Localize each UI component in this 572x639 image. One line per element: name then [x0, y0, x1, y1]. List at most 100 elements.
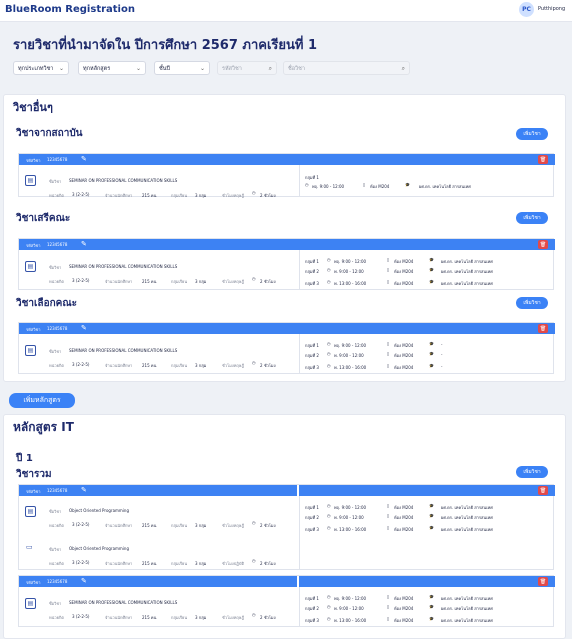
teacher-icon: 🎓: [429, 525, 434, 530]
group-time: พ. 13:00 - 16:00: [334, 281, 367, 286]
section-year1: ปี 1: [16, 453, 33, 464]
group-room: ห้อง M204: [394, 606, 414, 611]
user-name[interactable]: Putthipong: [538, 6, 565, 12]
book-icon: ▤: [25, 261, 36, 272]
code-label: รหัสวิชา: [26, 489, 41, 494]
groups-label: กลุ่มเรียน: [171, 193, 188, 198]
course-name: Object Oriented Programming: [69, 546, 129, 551]
card-divider: [299, 165, 300, 197]
trash-icon[interactable]: 🗑: [538, 240, 548, 249]
add-course-button[interactable]: เพิ่มวิชา: [516, 212, 548, 224]
groups-label: กลุ่มเรียน: [171, 523, 188, 528]
group-room: ห้อง M204: [394, 515, 414, 520]
clock-icon: ◷: [327, 604, 331, 609]
trash-icon[interactable]: 🗑: [538, 577, 548, 586]
credits-label: หน่วยกิต: [49, 193, 64, 198]
edit-icon[interactable]: ✎: [81, 486, 87, 494]
course-card: รหัสวิชา 12345678 ✎ 🗑 ▤ ชื่อวิชา SEMINAR…: [18, 238, 555, 290]
clock-icon: ◷: [252, 190, 256, 195]
course-name: Object Oriented Programming: [69, 508, 129, 513]
group-room: ห้อง M204: [394, 527, 414, 532]
group-teacher: ผศ.ดร. เทคโนโลยี สารสนเทศ: [441, 269, 493, 274]
add-curriculum-button[interactable]: เพิ่มหลักสูตร: [9, 393, 75, 408]
trash-icon[interactable]: 🗑: [538, 486, 548, 495]
credits-label: หน่วยกิต: [49, 523, 64, 528]
edit-icon[interactable]: ✎: [81, 324, 87, 332]
curriculum-filter[interactable]: ทุกหลักสูตร ⌄: [78, 61, 146, 75]
group-label: กลุ่มที่ 2: [305, 353, 319, 358]
course-name-label: ชื่อวิชา: [49, 509, 62, 514]
groups-value: 3 กลุ่ม: [195, 363, 207, 368]
clock-icon: ◷: [327, 503, 331, 508]
monitor-icon: ▭: [26, 543, 33, 551]
curriculum-filter-value: ทุกหลักสูตร: [83, 66, 111, 72]
book-icon: ▤: [25, 175, 36, 186]
teacher-icon: 🎓: [429, 341, 434, 346]
teacher-icon: 🎓: [429, 616, 434, 621]
credits-value: 3 (2-2-5): [72, 278, 90, 283]
hours-value: 2 ชั่วโมง: [260, 523, 276, 528]
clock-icon: ◷: [252, 612, 256, 617]
section-institute: วิชาจากสถาบัน: [16, 128, 83, 139]
trash-icon[interactable]: 🗑: [538, 324, 548, 333]
avatar[interactable]: PC: [519, 2, 534, 17]
group-label: กลุ่มที่ 3: [305, 281, 319, 286]
credits-label: หน่วยกิต: [49, 615, 64, 620]
hours-label: ชั่วโมงทฤษฎี: [222, 279, 245, 284]
course-code: 12345678: [47, 242, 68, 247]
course-card-bar: รหัสวิชา 12345678 ✎: [19, 576, 297, 587]
code-search-input[interactable]: รหัสวิชา ⌕: [217, 61, 277, 75]
code-label: รหัสวิชา: [26, 243, 41, 248]
teacher-icon: 🎓: [429, 604, 434, 609]
section-faculty-elective: วิชาเลือกคณะ: [16, 298, 77, 309]
edit-icon[interactable]: ✎: [81, 155, 87, 163]
group-label: กลุ่มที่ 1: [305, 596, 319, 601]
group-time: พ. 9:00 - 12:00: [334, 353, 364, 358]
group-teacher: ผศ.ดร. เทคโนโลยี สารสนเทศ: [441, 596, 493, 601]
add-course-button[interactable]: เพิ่มวิชา: [516, 297, 548, 309]
hours-label: ชั่วโมงทฤษฎี: [222, 193, 245, 198]
group-room: ห้อง M204: [394, 505, 414, 510]
clock-icon: ◷: [327, 267, 331, 272]
group-time: พฤ. 9:00 - 12:00: [312, 184, 345, 189]
door-icon: ▯: [387, 503, 390, 508]
group-teacher: ผศ.ดร. เทคโนโลยี สารสนเทศ: [441, 515, 493, 520]
name-search-input[interactable]: ชื่อวิชา ⌕: [283, 61, 410, 75]
add-course-button[interactable]: เพิ่มวิชา: [516, 466, 548, 478]
group-label: กลุ่มที่ 2: [305, 606, 319, 611]
hours-value: 2 ชั่วโมง: [260, 615, 276, 620]
chevron-down-icon: ⌄: [199, 65, 205, 72]
code-search-placeholder: รหัสวิชา: [222, 66, 242, 72]
type-filter[interactable]: ทุกประเภทวิชา ⌄: [13, 61, 69, 75]
book-icon: ▤: [25, 345, 36, 356]
credits-value: 3 (2-2-5): [72, 614, 90, 619]
group-label: กลุ่มที่ 1: [305, 175, 319, 180]
book-icon: ▤: [25, 598, 36, 609]
edit-icon[interactable]: ✎: [81, 577, 87, 585]
group-label: กลุ่มที่ 2: [305, 515, 319, 520]
clock-icon: ◷: [252, 520, 256, 525]
edit-icon[interactable]: ✎: [81, 240, 87, 248]
type-filter-value: ทุกประเภทวิชา: [18, 66, 54, 72]
add-course-button[interactable]: เพิ่มวิชา: [516, 128, 548, 140]
year-filter[interactable]: ชั้นปี ⌄: [154, 61, 210, 75]
group-teacher: ผศ.ดร. เทคโนโลยี สารสนเทศ: [419, 184, 471, 189]
group-time: พ. 13:00 - 16:00: [334, 527, 367, 532]
trash-icon[interactable]: 🗑: [538, 155, 548, 164]
credits-label: หน่วยกิต: [49, 279, 64, 284]
section-curriculum-it: หลักสูตร IT: [13, 420, 74, 434]
course-code: 12345678: [47, 326, 68, 331]
card-divider: [299, 334, 300, 374]
card-divider: [299, 250, 300, 290]
group-room: ห้อง M204: [394, 269, 414, 274]
students-value: 215 คน: [142, 363, 157, 368]
students-label: จำนวนนักศึกษา: [105, 523, 133, 528]
course-card-bar: รหัสวิชา 12345678 ✎: [19, 239, 555, 250]
course-code: 12345678: [47, 157, 68, 162]
group-room: ห้อง M204: [394, 353, 414, 358]
clock-icon: ◷: [327, 513, 331, 518]
section-other: วิชาอื่นๆ: [13, 101, 53, 114]
group-label: กลุ่มที่ 2: [305, 269, 319, 274]
door-icon: ▯: [363, 182, 366, 187]
teacher-icon: 🎓: [429, 279, 434, 284]
